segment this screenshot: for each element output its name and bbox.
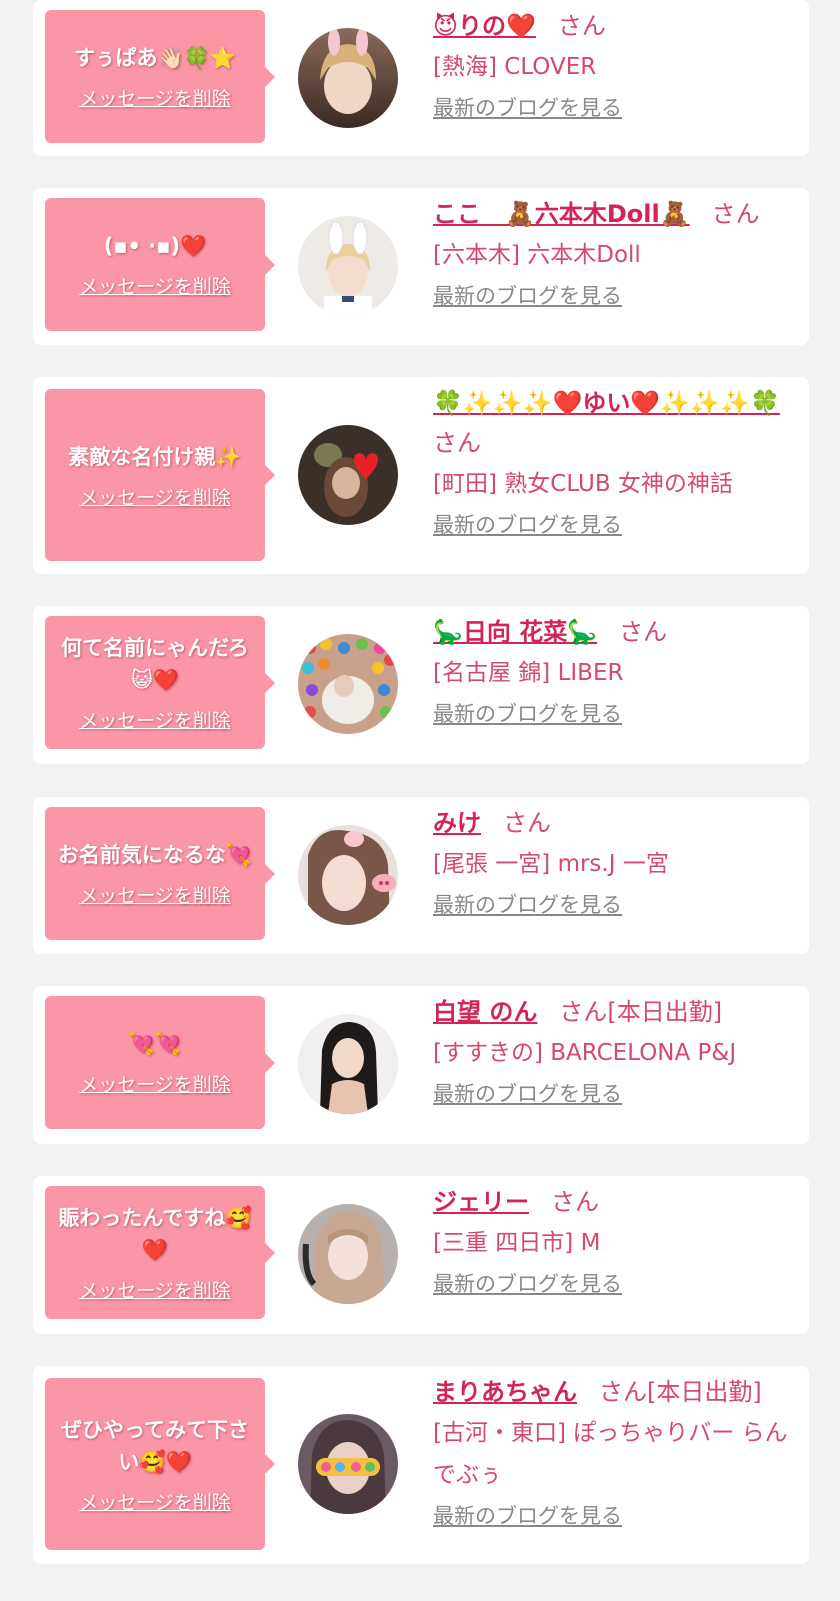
name-suffix: さん — [711, 200, 760, 228]
name-suffix: さん — [551, 1188, 599, 1216]
name-suffix: さん — [557, 12, 606, 40]
name-suffix: さん — [619, 618, 668, 646]
cast-name-link[interactable]: まりあちゃん — [433, 1378, 577, 1406]
cast-name-link[interactable]: 🦕日向 花菜🦕 — [433, 618, 597, 646]
message-bubble: 💘💘 メッセージを削除 — [45, 996, 275, 1129]
message-bubble: すぅぱあ👋🏻🍀⭐ メッセージを削除 — [45, 10, 275, 143]
latest-blog-link[interactable]: 最新のブログを見る — [433, 1500, 622, 1530]
latest-blog-link[interactable]: 最新のブログを見る — [433, 92, 622, 122]
message-card: 素敵な名付け親✨ メッセージを削除 🍀✨✨✨❤️ゆい❤️✨✨✨🍀 さん [町田] … — [33, 377, 809, 574]
cast-info: 🍀✨✨✨❤️ゆい❤️✨✨✨🍀 さん [町田] 熟女CLUB 女神の神話 最新のブロ… — [433, 383, 803, 539]
shop-name: [町田] 熟女CLUB 女神の神話 — [433, 471, 733, 497]
name-suffix: さん — [503, 809, 551, 837]
message-bubble: ぜひやってみて下さい🥰❤️ メッセージを削除 — [45, 1378, 275, 1550]
cast-info: 😈りの❤️ さん [熱海] CLOVER 最新のブログを見る — [433, 6, 803, 122]
delete-message-link[interactable]: メッセージを削除 — [79, 272, 231, 299]
message-bubble: 素敵な名付け親✨ メッセージを削除 — [45, 389, 275, 561]
message-bubble: 賑わったんですね🥰❤️ メッセージを削除 — [45, 1186, 275, 1319]
cast-info: みけ さん [尾張 一宮] mrs.J 一宮 最新のブログを見る — [433, 803, 803, 919]
latest-blog-link[interactable]: 最新のブログを見る — [433, 698, 622, 728]
message-text: 何て名前にゃんだろ😺❤️ — [61, 636, 249, 692]
delete-message-link[interactable]: メッセージを削除 — [79, 1070, 231, 1097]
message-text: (▪︎• ·▪︎)❤️ — [103, 234, 207, 258]
shop-name: [名古屋 錦] LIBER — [433, 660, 624, 686]
latest-blog-link[interactable]: 最新のブログを見る — [433, 889, 622, 919]
shop-name: [熱海] CLOVER — [433, 54, 597, 80]
message-card: ぜひやってみて下さい🥰❤️ メッセージを削除 まりあちゃん さん[本日出勤] [古… — [33, 1366, 809, 1564]
message-bubble: 何て名前にゃんだろ😺❤️ メッセージを削除 — [45, 616, 275, 749]
delete-message-link[interactable]: メッセージを削除 — [79, 483, 231, 510]
message-text: お名前気になるな💘 — [57, 843, 253, 867]
cast-name-link[interactable]: 白望 のん — [433, 998, 537, 1026]
cast-info: 白望 のん さん[本日出勤] [すすきの] BARCELONA P&J 最新のブロ… — [433, 992, 803, 1108]
message-text: 💘💘 — [128, 1032, 182, 1056]
message-card: すぅぱあ👋🏻🍀⭐ メッセージを削除 😈りの❤️ さん [熱海] CLOVER 最新… — [33, 0, 809, 156]
avatar[interactable] — [298, 1204, 398, 1304]
latest-blog-link[interactable]: 最新のブログを見る — [433, 509, 622, 539]
message-bubble: お名前気になるな💘 メッセージを削除 — [45, 807, 275, 940]
shop-name: [三重 四日市] M — [433, 1230, 601, 1256]
avatar[interactable] — [298, 634, 398, 734]
cast-name-link[interactable]: 😈りの❤️ — [433, 12, 536, 40]
latest-blog-link[interactable]: 最新のブログを見る — [433, 1268, 622, 1298]
name-suffix: さん — [433, 429, 481, 457]
avatar[interactable] — [298, 825, 398, 925]
name-suffix: さん[本日出勤] — [599, 1378, 762, 1406]
cast-info: まりあちゃん さん[本日出勤] [古河・東口] ぽっちゃりバー らんでぶぅ 最新の… — [433, 1372, 803, 1530]
message-card: 何て名前にゃんだろ😺❤️ メッセージを削除 🦕日向 花菜🦕 さん [名古屋 錦] … — [33, 606, 809, 764]
avatar[interactable] — [298, 28, 398, 128]
cast-name-link[interactable]: ジェリー — [433, 1188, 529, 1216]
avatar[interactable] — [298, 1014, 398, 1114]
shop-name: [すすきの] BARCELONA P&J — [433, 1040, 737, 1066]
message-text: 賑わったんですね🥰❤️ — [58, 1206, 252, 1262]
delete-message-link[interactable]: メッセージを削除 — [79, 1488, 231, 1515]
cast-info: ここ 🧸六本木Doll🧸 さん [六本木] 六本木Doll 最新のブログを見る — [433, 194, 803, 310]
avatar[interactable] — [298, 425, 398, 525]
delete-message-link[interactable]: メッセージを削除 — [79, 881, 231, 908]
message-card: お名前気になるな💘 メッセージを削除 みけ さん [尾張 一宮] mrs.J 一宮… — [33, 797, 809, 954]
shop-name: [古河・東口] ぽっちゃりバー らんでぶぅ — [433, 1420, 788, 1488]
shop-name: [六本木] 六本木Doll — [433, 242, 641, 268]
delete-message-link[interactable]: メッセージを削除 — [79, 1276, 231, 1303]
message-bubble: (▪︎• ·▪︎)❤️ メッセージを削除 — [45, 198, 275, 331]
cast-info: ジェリー さん [三重 四日市] M 最新のブログを見る — [433, 1182, 803, 1298]
message-card: 💘💘 メッセージを削除 白望 のん さん[本日出勤] [すすきの] BARCELO… — [33, 986, 809, 1144]
latest-blog-link[interactable]: 最新のブログを見る — [433, 280, 622, 310]
cast-name-link[interactable]: みけ — [433, 809, 481, 837]
avatar[interactable] — [298, 1414, 398, 1514]
delete-message-link[interactable]: メッセージを削除 — [79, 706, 231, 733]
cast-name-link[interactable]: ここ 🧸六本木Doll🧸 — [433, 200, 690, 228]
name-suffix: さん[本日出勤] — [559, 998, 723, 1026]
message-list: すぅぱあ👋🏻🍀⭐ メッセージを削除 😈りの❤️ さん [熱海] CLOVER 最新… — [0, 0, 840, 1601]
delete-message-link[interactable]: メッセージを削除 — [79, 84, 231, 111]
message-card: (▪︎• ·▪︎)❤️ メッセージを削除 ここ 🧸六本木Doll🧸 さん [六本木… — [33, 188, 809, 345]
latest-blog-link[interactable]: 最新のブログを見る — [433, 1078, 622, 1108]
message-text: 素敵な名付け親✨ — [68, 444, 242, 469]
cast-name-link[interactable]: 🍀✨✨✨❤️ゆい❤️✨✨✨🍀 — [433, 389, 780, 417]
avatar[interactable] — [298, 216, 398, 316]
message-text: すぅぱあ👋🏻🍀⭐ — [74, 46, 236, 70]
cast-info: 🦕日向 花菜🦕 さん [名古屋 錦] LIBER 最新のブログを見る — [433, 612, 803, 728]
message-card: 賑わったんですね🥰❤️ メッセージを削除 ジェリー さん [三重 四日市] M 最… — [33, 1176, 809, 1334]
shop-name: [尾張 一宮] mrs.J 一宮 — [433, 851, 669, 877]
message-text: ぜひやってみて下さい🥰❤️ — [61, 1417, 249, 1474]
